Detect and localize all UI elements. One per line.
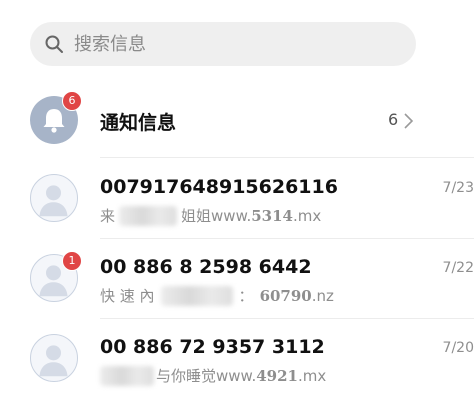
message-row[interactable]: 007917648915626116 来 姐姐 www. 5314 .mx 7/… [0,160,474,238]
preview-prefix: 快 速 內 [100,287,155,305]
redacted-text [100,365,154,386]
message-row[interactable]: 00 886 72 9357 3112 与你睡觉 www. 4921 .mx 7… [0,320,474,398]
search-bar[interactable] [30,22,416,66]
notification-badge: 6 [62,91,82,111]
preview-url-suffix: .mx [297,366,327,385]
contact-avatar [30,174,78,222]
preview-prefix: 来 [100,207,116,225]
search-icon [44,34,64,54]
chevron-right-icon [402,112,414,134]
unread-badge: 1 [62,251,82,271]
preview-url-suffix: .mx [292,206,322,225]
bell-icon [30,109,78,148]
redacted-text [119,205,178,226]
preview-url-number: 5314 [251,206,293,225]
message-date: 7/20 [442,340,474,356]
divider [100,238,474,239]
search-input[interactable] [74,33,374,55]
divider [100,318,474,319]
message-date: 7/22 [442,260,474,276]
notification-row[interactable]: 6 通知信息 6 [0,88,474,158]
message-row[interactable]: 1 00 886 8 2598 6442 快 速 內 ： 60790 .nz 7… [0,240,474,318]
message-preview: 快 速 內 ： 60790 .nz [100,285,334,306]
preview-url-number: 4921 [256,366,298,385]
divider [100,157,474,158]
notification-count: 6 [388,110,399,129]
preview-mid: 与你睡觉 [156,367,217,385]
message-preview: 来 姐姐 www. 5314 .mx [100,205,321,226]
message-preview: 与你睡觉 www. 4921 .mx [100,365,326,386]
message-sender: 00 886 72 9357 3112 [100,336,325,358]
preview-url-prefix: www. [211,206,252,225]
message-date: 7/23 [442,180,474,196]
contact-avatar [30,334,78,382]
message-sender: 00 886 8 2598 6442 [100,256,312,278]
notification-title: 通知信息 [100,112,177,134]
preview-url-suffix: .nz [311,286,334,305]
preview-url-number: 60790 [259,286,312,305]
preview-mid: ： [238,287,254,305]
preview-mid: 姐姐 [181,207,212,225]
preview-url-prefix: www. [216,366,257,385]
redacted-text [160,285,233,306]
message-sender: 007917648915626116 [100,176,338,198]
